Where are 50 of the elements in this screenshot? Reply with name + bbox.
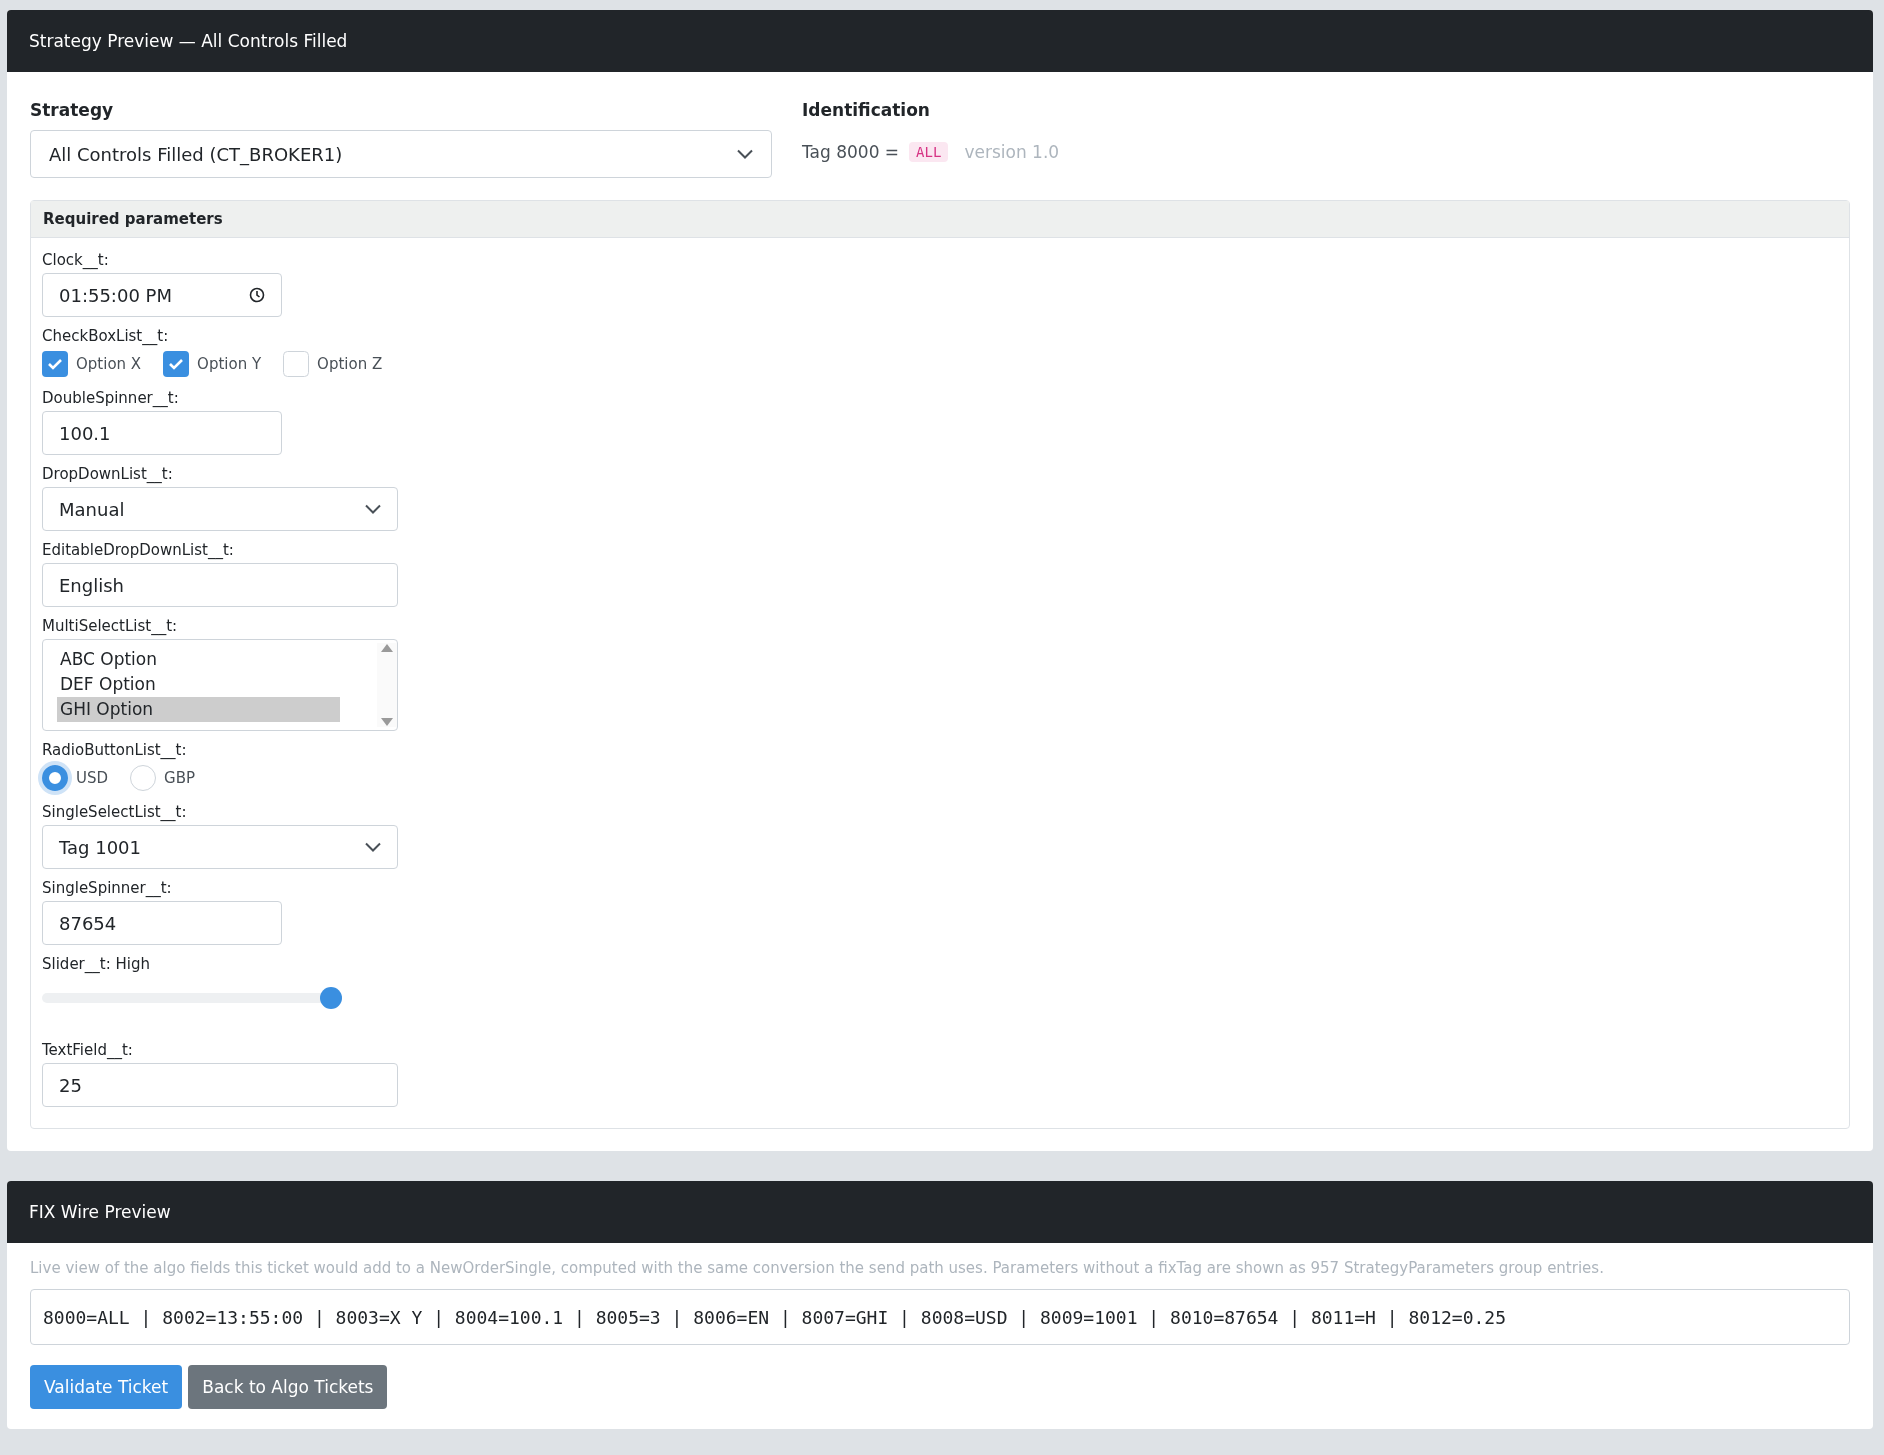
list-option[interactable]: ABC Option bbox=[57, 647, 340, 672]
field-label: DropDownList__t: bbox=[42, 465, 173, 483]
slider-track[interactable] bbox=[42, 987, 342, 1009]
list-option[interactable]: DEF Option bbox=[57, 672, 340, 697]
time-field[interactable]: 01:55:00 PM bbox=[42, 273, 282, 317]
checkbox[interactable] bbox=[42, 351, 68, 377]
tag-label: Tag 8000 = bbox=[802, 142, 900, 162]
chevron-down-icon bbox=[365, 842, 381, 852]
field-label: Clock__t: bbox=[42, 251, 109, 269]
field-label: CheckBoxList__t: bbox=[42, 327, 169, 345]
number-field[interactable]: 100.1 bbox=[42, 411, 282, 455]
number-field[interactable]: 87654 bbox=[42, 901, 282, 945]
back-button[interactable]: Back to Algo Tickets bbox=[188, 1365, 388, 1409]
field-label: MultiSelectList__t: bbox=[42, 617, 178, 635]
list-option[interactable]: GHI Option bbox=[57, 697, 340, 722]
checkbox-label: Option Y bbox=[197, 355, 262, 373]
field-label: Slider__t: High bbox=[42, 955, 150, 973]
field-label: SingleSelectList__t: bbox=[42, 803, 187, 821]
field-label: SingleSpinner__t: bbox=[42, 879, 172, 897]
strategy-select[interactable]: All Controls Filled (CT_BROKER1) bbox=[30, 130, 772, 178]
checkbox[interactable] bbox=[283, 351, 310, 377]
dropdown-select[interactable]: Tag 1001 bbox=[42, 825, 398, 869]
dropdown-select[interactable]: Manual bbox=[42, 487, 398, 531]
chevron-down-icon bbox=[365, 504, 381, 514]
tag-value: ALL bbox=[909, 142, 949, 162]
card-title: FIX Wire Preview bbox=[7, 1181, 1873, 1243]
card-title: Strategy Preview — All Controls Filled bbox=[7, 10, 1873, 72]
panel-heading: Required parameters bbox=[31, 201, 1849, 238]
scroll-up-icon[interactable] bbox=[380, 643, 394, 653]
field-label: EditableDropDownList__t: bbox=[42, 541, 234, 559]
field-label: TextField__t: bbox=[42, 1041, 133, 1059]
checkbox[interactable] bbox=[163, 351, 190, 377]
slider-thumb[interactable] bbox=[320, 987, 342, 1009]
text-field[interactable]: English bbox=[42, 563, 398, 607]
strategy-label: Strategy bbox=[30, 100, 114, 120]
version-text: version 1.0 bbox=[964, 142, 1060, 162]
identification-heading: Identification bbox=[802, 100, 930, 120]
checkbox-label: Option Z bbox=[317, 355, 383, 373]
scroll-down-icon[interactable] bbox=[380, 717, 394, 727]
chevron-down-icon bbox=[737, 149, 753, 159]
multi-select-list[interactable]: ABC Option DEF Option GHI Option bbox=[42, 639, 398, 731]
text-field[interactable]: 25 bbox=[42, 1063, 398, 1107]
fix-wire-output: 8000=ALL | 8002=13:55:00 | 8003=X Y | 8004=100.1 | 8005=3 | 8006=EN | 8007=GHI | 8008=USD | 8009=1001 | 8010=87654 | 8011=H | 8012=0.25 bbox=[30, 1289, 1850, 1345]
checkbox-label: Option X bbox=[76, 355, 142, 373]
clock-icon bbox=[249, 287, 265, 303]
radio-label: GBP bbox=[164, 769, 196, 787]
field-label: RadioButtonList__t: bbox=[42, 741, 187, 759]
field-label: DoubleSpinner__t: bbox=[42, 389, 179, 407]
radio-label: USD bbox=[76, 769, 109, 787]
description-text: Live view of the algo fields this ticket would add to a NewOrderSingle, computed with the same conversion the send path uses. Parameters without a fixTag are shown as 957 StrategyParameters group entries. bbox=[30, 1259, 1605, 1277]
